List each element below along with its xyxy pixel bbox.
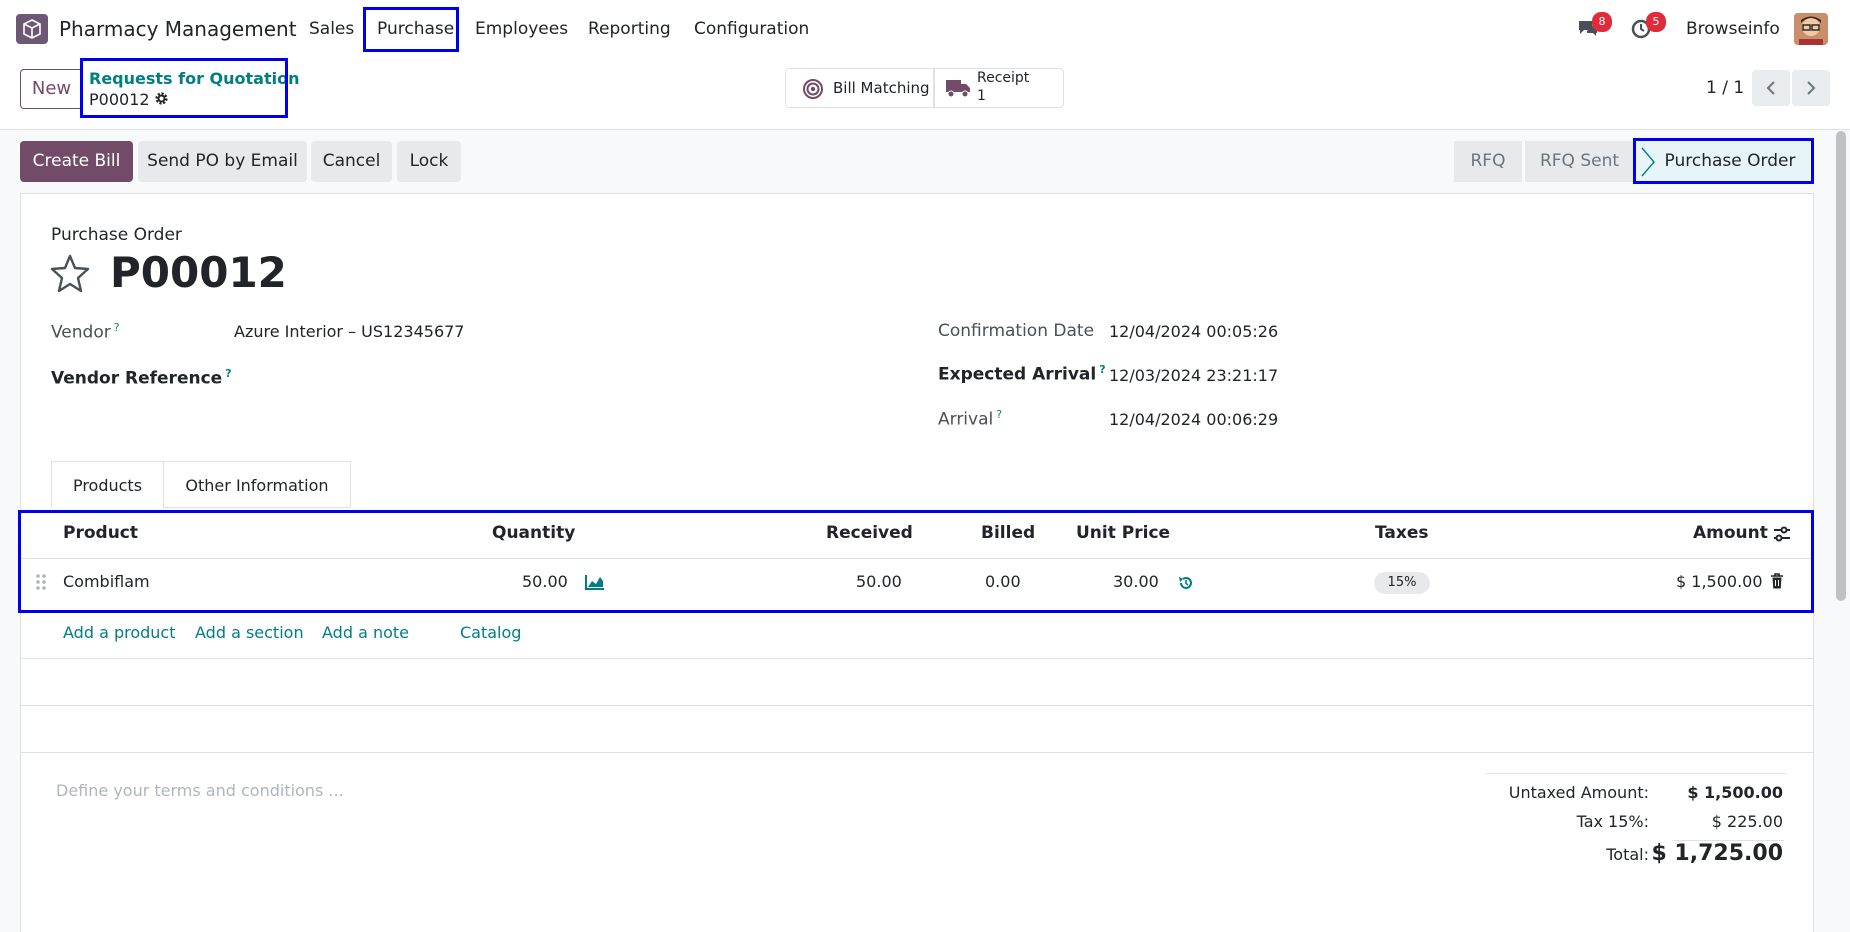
pager-value[interactable]: 1 / 1 <box>1706 78 1744 98</box>
expected-arrival-value[interactable]: 12/03/2024 23:21:17 <box>1109 366 1278 385</box>
line-product[interactable]: Combiflam <box>63 572 150 591</box>
breadcrumb-current: P00012 <box>89 90 169 110</box>
bill-matching-button[interactable]: Bill Matching <box>785 68 934 108</box>
arrival-label: Arrival? <box>938 408 1002 430</box>
record-subtitle: Purchase Order <box>51 225 182 245</box>
menu-purchase[interactable]: Purchase <box>377 19 454 39</box>
vendor-label-text: Vendor <box>51 322 111 343</box>
new-button[interactable]: New <box>20 69 83 109</box>
activities-badge: 5 <box>1646 12 1666 32</box>
total-value: $ 1,725.00 <box>1651 841 1783 866</box>
status-purchase-order[interactable]: Purchase Order <box>1636 141 1810 182</box>
lock-button[interactable]: Lock <box>397 141 461 182</box>
column-product[interactable]: Product <box>63 523 138 543</box>
tax-label: Tax 15%: <box>1576 812 1649 831</box>
breadcrumb-current-label: P00012 <box>89 90 150 109</box>
arrival-label-text: Arrival <box>938 409 994 430</box>
table-divider <box>21 705 1813 706</box>
catalog-link[interactable]: Catalog <box>460 623 521 642</box>
expected-arrival-label-text: Expected Arrival <box>938 364 1097 385</box>
untaxed-amount-value: $ 1,500.00 <box>1687 783 1783 802</box>
status-rfq[interactable]: RFQ <box>1454 141 1522 182</box>
control-panel: New Requests for Quotation P00012 Bill M… <box>0 58 1850 130</box>
line-billed[interactable]: 0.00 <box>985 572 1021 591</box>
chevron-right-icon <box>1640 146 1656 183</box>
menu-sales[interactable]: Sales <box>309 19 354 39</box>
menu-configuration[interactable]: Configuration <box>694 19 809 39</box>
table-divider <box>21 752 1813 753</box>
drag-handle-icon[interactable] <box>35 573 47 596</box>
star-icon[interactable] <box>49 253 91 298</box>
app-switcher-icon[interactable] <box>16 14 48 44</box>
receipt-button[interactable]: Receipt 1 <box>934 68 1064 108</box>
vendor-reference-label: Vendor Reference? <box>51 367 232 389</box>
price-history-icon[interactable] <box>1178 575 1194 596</box>
status-rfq-sent[interactable]: RFQ Sent <box>1524 141 1634 182</box>
vendor-reference-label-text: Vendor Reference <box>51 368 223 389</box>
breadcrumb-parent[interactable]: Requests for Quotation <box>89 69 300 88</box>
bill-matching-label: Bill Matching <box>833 79 930 97</box>
line-amount: $ 1,500.00 <box>1676 572 1763 591</box>
line-tax-badge[interactable]: 15% <box>1374 572 1430 594</box>
column-billed[interactable]: Billed <box>981 523 1035 543</box>
vendor-field[interactable]: Azure Interior – US12345677 <box>234 322 464 341</box>
app-name[interactable]: Pharmacy Management <box>59 17 297 41</box>
scrollbar[interactable] <box>1836 131 1846 601</box>
untaxed-amount-label: Untaxed Amount: <box>1508 783 1649 802</box>
menu-reporting[interactable]: Reporting <box>588 19 671 39</box>
truck-icon <box>945 77 971 103</box>
forecast-chart-icon[interactable] <box>585 574 605 595</box>
receipt-label: Receipt <box>977 70 1030 86</box>
confirmation-date-value[interactable]: 12/04/2024 00:05:26 <box>1109 322 1278 341</box>
add-product-link[interactable]: Add a product <box>63 623 176 642</box>
user-name[interactable]: Browseinfo <box>1686 19 1780 39</box>
help-icon[interactable]: ? <box>114 321 120 334</box>
record-name[interactable]: P00012 <box>110 248 287 297</box>
add-section-link[interactable]: Add a section <box>195 623 304 642</box>
user-avatar[interactable] <box>1794 13 1828 45</box>
help-icon[interactable]: ? <box>1099 363 1105 376</box>
line-received[interactable]: 50.00 <box>856 572 902 591</box>
column-taxes[interactable]: Taxes <box>1375 523 1429 543</box>
line-quantity[interactable]: 50.00 <box>522 572 568 591</box>
cancel-button[interactable]: Cancel <box>311 141 392 182</box>
tab-other-information[interactable]: Other Information <box>163 461 351 508</box>
receipt-count: 1 <box>977 88 986 104</box>
total-label: Total: <box>1606 845 1649 864</box>
expected-arrival-label: Expected Arrival? <box>938 363 1106 385</box>
column-received[interactable]: Received <box>826 523 913 543</box>
table-divider <box>21 658 1813 659</box>
column-quantity[interactable]: Quantity <box>492 523 575 543</box>
tab-products[interactable]: Products <box>51 461 164 508</box>
pager-next-button[interactable] <box>1792 70 1830 106</box>
trash-icon[interactable] <box>1770 573 1784 595</box>
messages-badge: 8 <box>1592 12 1612 32</box>
column-amount[interactable]: Amount <box>1693 523 1768 543</box>
chevron-left-icon <box>1765 80 1777 101</box>
add-note-link[interactable]: Add a note <box>322 623 409 642</box>
send-po-email-button[interactable]: Send PO by Email <box>138 141 307 182</box>
chevron-right-icon <box>1805 80 1817 101</box>
vendor-label: Vendor? <box>51 321 120 343</box>
gear-icon[interactable] <box>154 91 169 110</box>
menu-employees[interactable]: Employees <box>475 19 568 39</box>
target-icon <box>802 78 824 104</box>
optional-columns-icon[interactable] <box>1773 525 1791 548</box>
top-navbar: Pharmacy Management Sales Purchase Emplo… <box>0 0 1850 58</box>
help-icon[interactable]: ? <box>225 367 231 380</box>
arrival-value[interactable]: 12/04/2024 00:06:29 <box>1109 410 1278 429</box>
line-unit-price[interactable]: 30.00 <box>1113 572 1159 591</box>
table-divider <box>21 558 1813 559</box>
totals-divider <box>1486 773 1786 774</box>
create-bill-button[interactable]: Create Bill <box>20 141 133 182</box>
tax-value: $ 225.00 <box>1711 812 1783 831</box>
column-unit-price[interactable]: Unit Price <box>1076 523 1170 543</box>
pager-previous-button[interactable] <box>1752 70 1790 106</box>
confirmation-date-label: Confirmation Date <box>938 321 1095 341</box>
terms-and-conditions-input[interactable]: Define your terms and conditions ... <box>56 781 344 800</box>
help-icon[interactable]: ? <box>996 408 1002 421</box>
